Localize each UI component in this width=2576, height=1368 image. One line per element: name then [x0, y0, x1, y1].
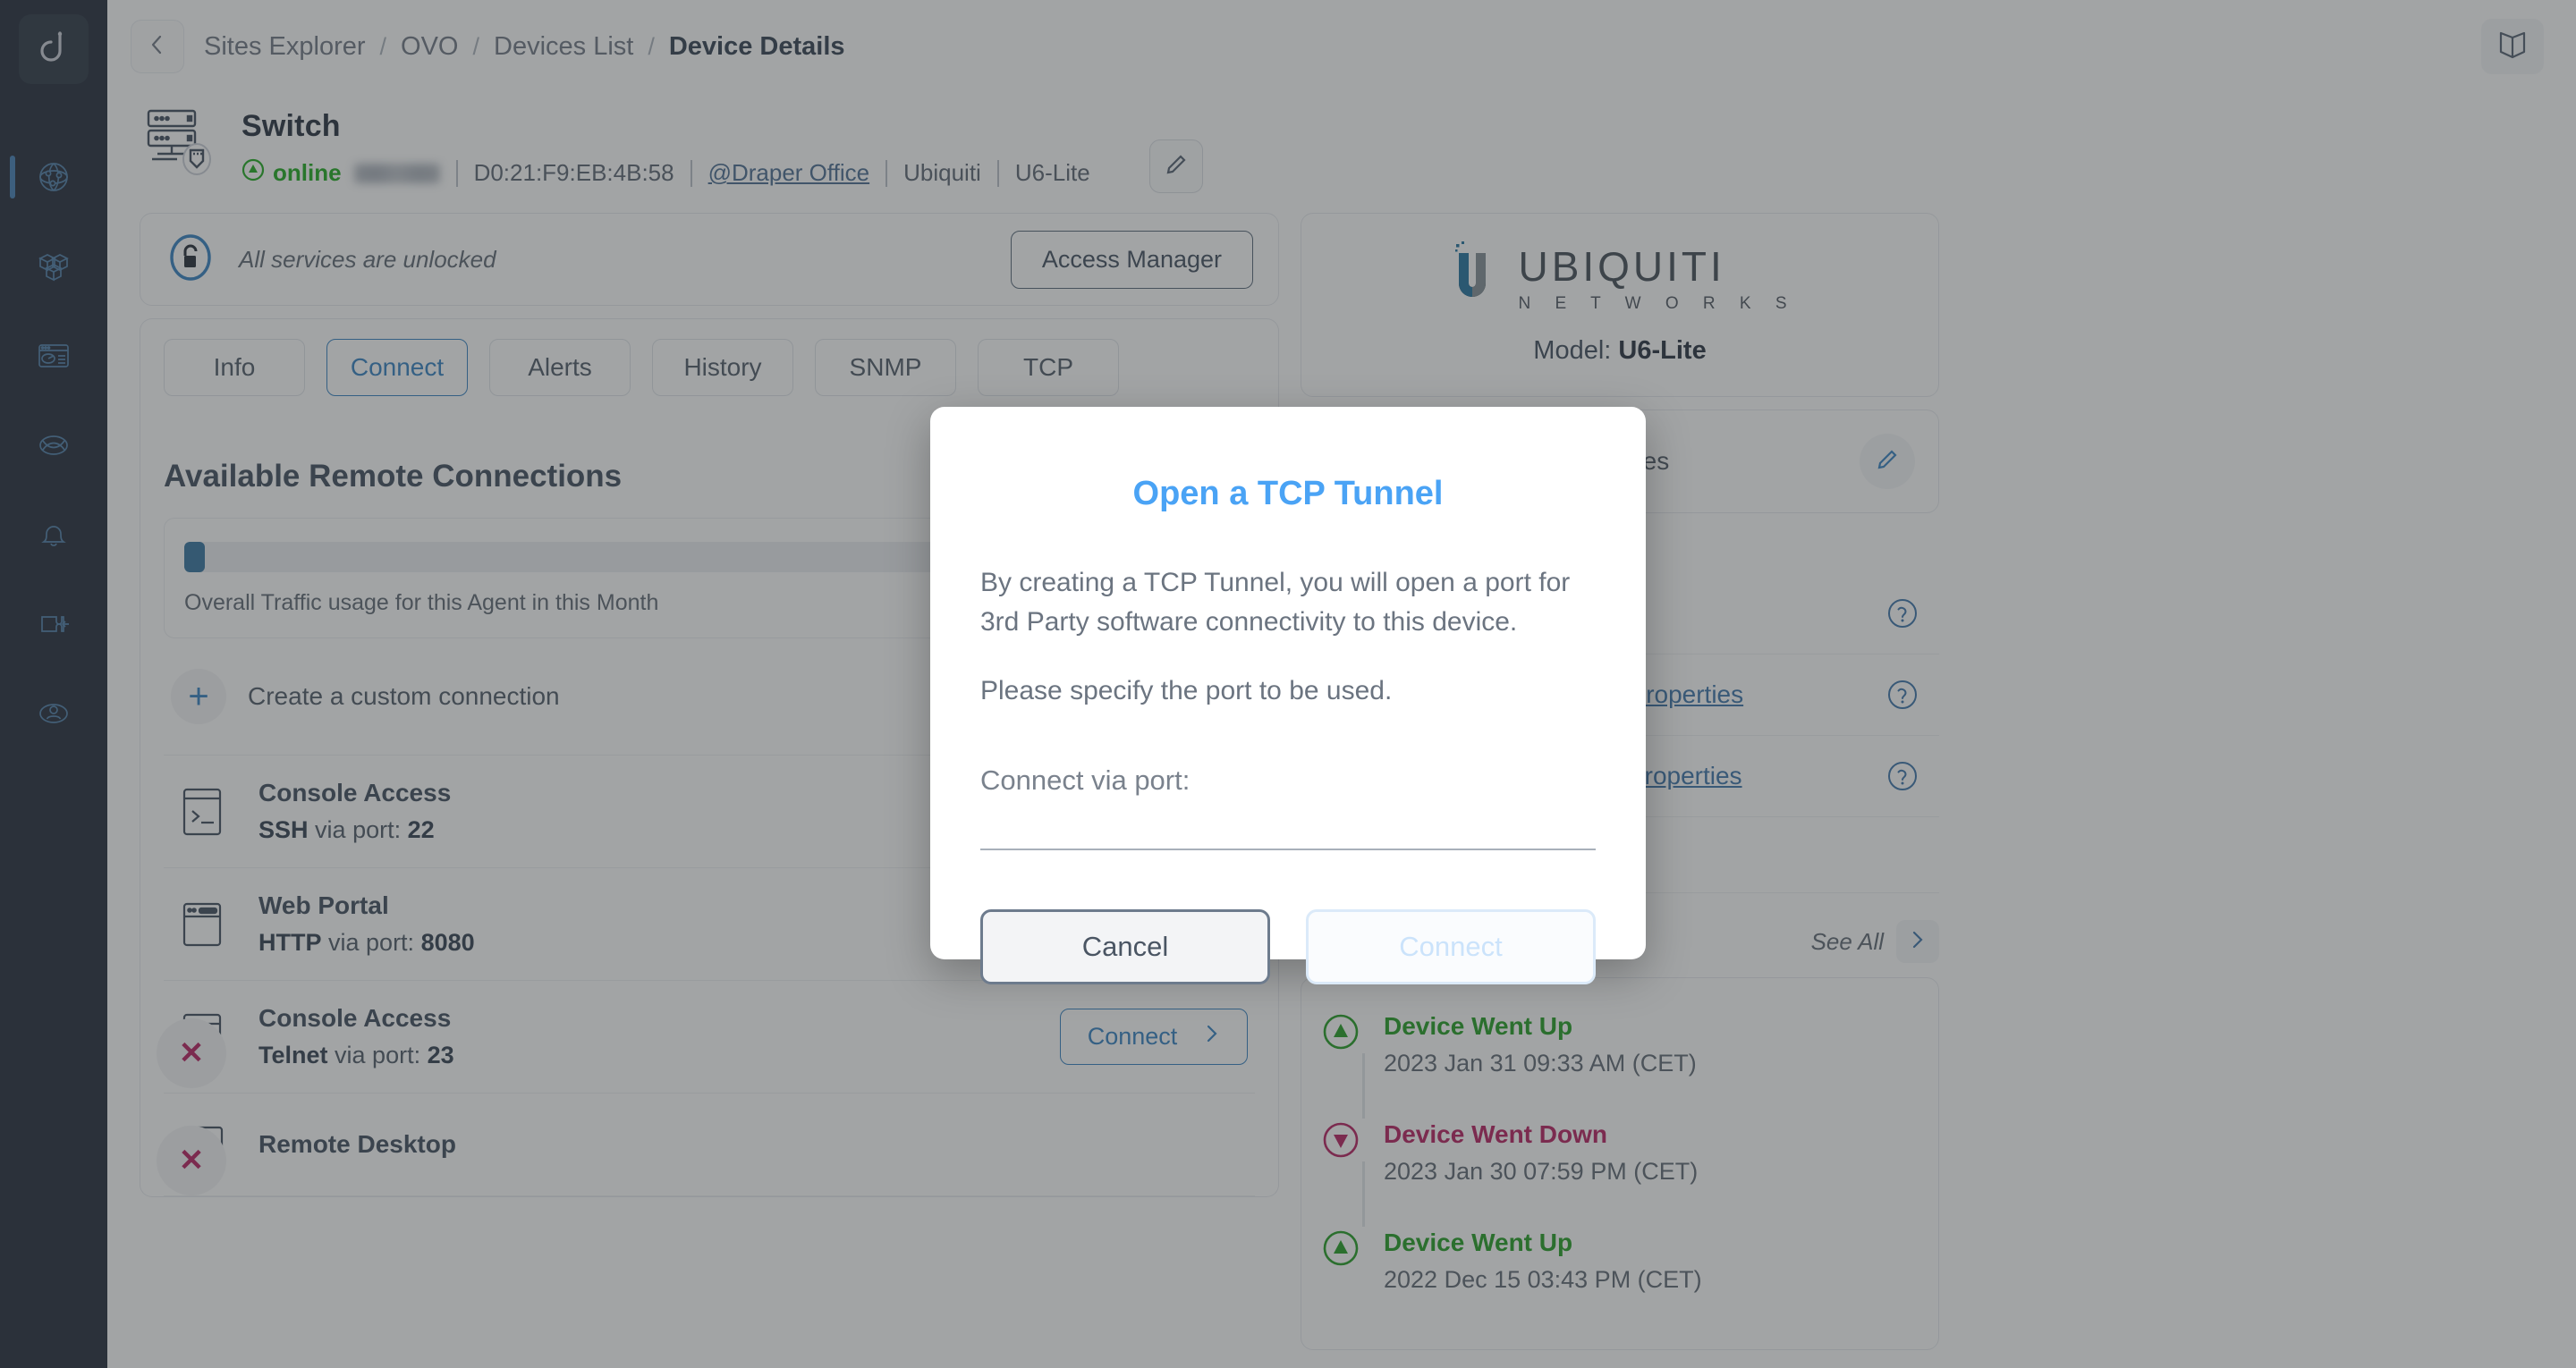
dialog-body: By creating a TCP Tunnel, you will open …: [980, 563, 1596, 711]
connect-button[interactable]: Connect: [1306, 908, 1596, 984]
port-input[interactable]: [980, 808, 1596, 850]
dialog-paragraph-2: Please specify the port to be used.: [980, 676, 1393, 705]
dialog-title: Open a TCP Tunnel: [1132, 475, 1444, 512]
cancel-button[interactable]: Cancel: [980, 908, 1270, 984]
port-field-label: Connect via port:: [980, 764, 1191, 796]
dialog-actions: Cancel Connect: [980, 908, 1596, 984]
tcp-tunnel-dialog: Open a TCP Tunnel By creating a TCP Tunn…: [930, 407, 1646, 984]
dialog-paragraph-1: By creating a TCP Tunnel, you will open …: [980, 568, 1571, 637]
